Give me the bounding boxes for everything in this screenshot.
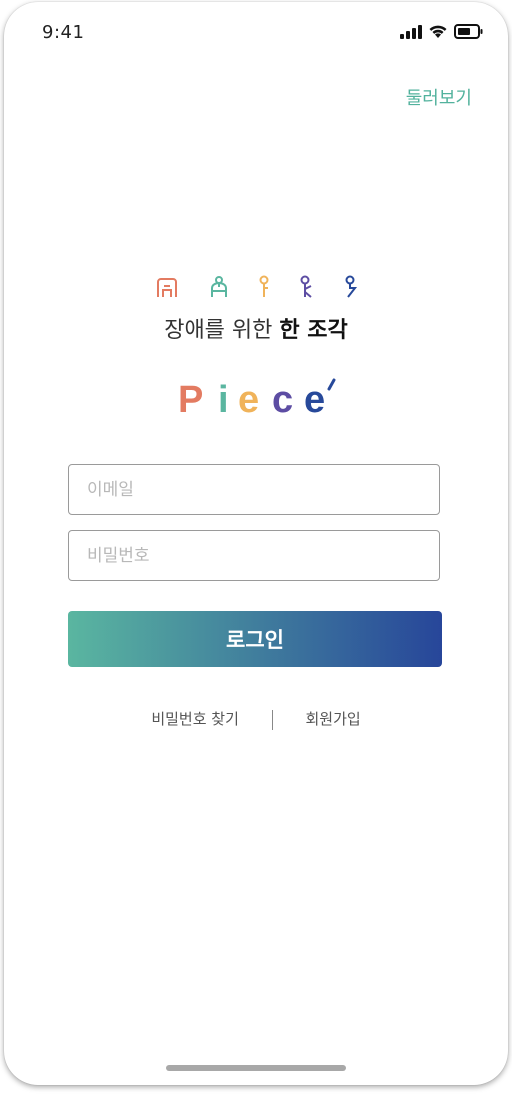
tagline-regular: 장애를 위한	[164, 318, 273, 343]
logo-letter-e1: e	[238, 379, 259, 421]
login-button[interactable]: 로그인	[68, 611, 442, 667]
brand-figures	[157, 275, 358, 298]
wifi-icon	[429, 25, 447, 38]
logo-letter-p: P	[178, 379, 203, 421]
browse-link[interactable]: 둘러보기	[406, 84, 472, 110]
signing-person-icon	[345, 275, 358, 298]
signal-icon	[400, 24, 422, 39]
crutches-icon	[211, 276, 227, 297]
home-indicator[interactable]	[166, 1065, 346, 1071]
footer-links: 비밀번호 찾기 회원가입	[4, 708, 508, 730]
phone-screen: 9:41 둘러보기 장애를 위한 한 조각 P i e c e 이메일 로그인 …	[4, 2, 508, 1085]
logo-accent-mark	[327, 378, 336, 391]
piece-logo: P i e c e	[178, 378, 336, 421]
status-time: 9:41	[42, 22, 85, 43]
tagline-bold: 한 조각	[279, 318, 348, 343]
logo-letter-i: i	[218, 379, 229, 421]
battery-icon	[454, 24, 483, 39]
cane-person-icon	[259, 275, 269, 297]
walker-person-icon	[300, 275, 312, 298]
email-field[interactable]	[68, 464, 440, 515]
password-field[interactable]	[68, 530, 440, 581]
tagline: 장애를 위한 한 조각	[4, 312, 508, 344]
find-password-link[interactable]: 비밀번호 찾기	[151, 708, 239, 729]
signup-link[interactable]: 회원가입	[305, 708, 360, 729]
link-divider	[271, 709, 273, 730]
logo-letter-c: c	[272, 379, 293, 421]
status-bar: 9:41	[4, 2, 508, 62]
status-icons	[400, 24, 484, 39]
logo-letter-e2: e	[304, 379, 325, 421]
wheelchair-icon	[157, 278, 177, 297]
